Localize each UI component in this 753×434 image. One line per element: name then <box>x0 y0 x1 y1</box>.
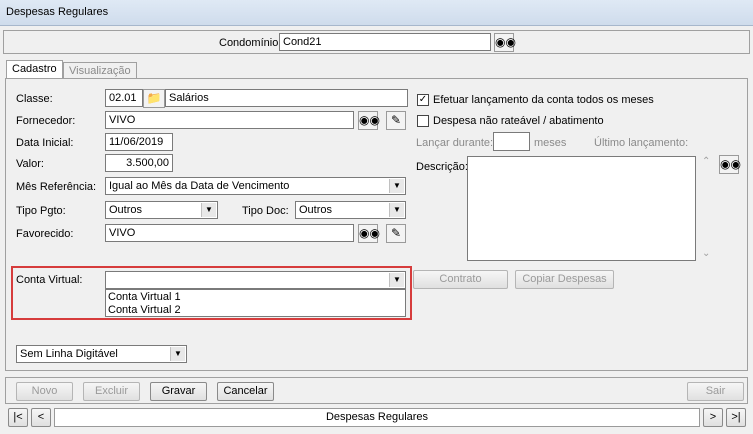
tab-visualizacao[interactable]: Visualização <box>63 62 137 79</box>
nav-first-button[interactable]: |< <box>8 408 28 427</box>
meses-label: meses <box>534 137 567 149</box>
fornecedor-search-binoculars-icon[interactable]: ◉◉ <box>358 111 380 130</box>
mes-referencia-label: Mês Referência: <box>16 181 97 193</box>
gravar-button[interactable]: Gravar <box>150 382 207 401</box>
nao-rateavel-label: Despesa não rateável / abatimento <box>433 115 604 127</box>
tipo-pgto-value: Outros <box>109 204 143 216</box>
conta-virtual-select[interactable]: ▼ <box>105 271 406 289</box>
data-inicial-field[interactable]: 11/06/2019 <box>105 133 173 151</box>
data-inicial-label: Data Inicial: <box>16 137 74 149</box>
dropdown-option[interactable]: Conta Virtual 2 <box>106 304 405 316</box>
descricao-search-binoculars-icon[interactable]: ◉◉ <box>719 155 741 174</box>
conta-virtual-label: Conta Virtual: <box>16 274 83 286</box>
mes-referencia-value: Igual ao Mês da Data de Vencimento <box>109 180 290 192</box>
scroll-up-icon[interactable]: ⌃ <box>702 156 710 167</box>
valor-label: Valor: <box>16 158 44 170</box>
efetuar-checkbox[interactable]: ✓ <box>417 94 429 106</box>
classe-name-field[interactable]: Salários <box>165 89 408 107</box>
efetuar-label: Efetuar lançamento da conta todos os mes… <box>433 94 654 106</box>
dropdown-option[interactable]: Conta Virtual 1 <box>106 290 405 304</box>
tipo-doc-label: Tipo Doc: <box>242 205 289 217</box>
condominio-field[interactable]: Cond21 <box>279 33 491 51</box>
lancar-durante-label: Lançar durante: <box>416 137 494 149</box>
classe-label: Classe: <box>16 93 53 105</box>
nav-record-label: Despesas Regulares <box>54 408 700 427</box>
tab-cadastro[interactable]: Cadastro <box>6 60 63 79</box>
sair-button[interactable]: Sair <box>687 382 744 401</box>
tipo-pgto-label: Tipo Pgto: <box>16 205 66 217</box>
classe-code-field[interactable]: 02.01 <box>105 89 143 107</box>
tipo-pgto-select[interactable]: Outros ▼ <box>105 201 218 219</box>
lancar-durante-field[interactable] <box>493 132 530 151</box>
valor-field[interactable]: 3.500,00 <box>105 154 173 172</box>
excluir-button[interactable]: Excluir <box>83 382 140 401</box>
descricao-textarea[interactable] <box>467 156 696 261</box>
chevron-down-icon[interactable]: ▼ <box>170 347 185 361</box>
nao-rateavel-checkbox[interactable] <box>417 115 429 127</box>
condominio-search-binoculars-icon[interactable]: ◉◉ <box>494 33 516 52</box>
linha-digitavel-select[interactable]: Sem Linha Digitável ▼ <box>16 345 187 363</box>
descricao-label: Descrição: <box>416 161 468 173</box>
tipo-doc-select[interactable]: Outros ▼ <box>295 201 406 219</box>
conta-virtual-dropdown-list: Conta Virtual 1 Conta Virtual 2 <box>105 289 406 317</box>
fornecedor-edit-icon[interactable]: ✎ <box>386 111 406 130</box>
fornecedor-label: Fornecedor: <box>16 115 76 127</box>
novo-button[interactable]: Novo <box>16 382 73 401</box>
nav-last-button[interactable]: >| <box>726 408 746 427</box>
chevron-down-icon[interactable]: ▼ <box>389 179 404 193</box>
favorecido-edit-icon[interactable]: ✎ <box>386 224 406 243</box>
cancelar-button[interactable]: Cancelar <box>217 382 274 401</box>
chevron-down-icon[interactable]: ▼ <box>201 203 216 217</box>
favorecido-field[interactable]: VIVO <box>105 224 354 242</box>
fornecedor-field[interactable]: VIVO <box>105 111 354 129</box>
ultimo-lancamento-label: Último lançamento: <box>594 137 689 149</box>
tipo-doc-value: Outros <box>299 204 333 216</box>
favorecido-search-binoculars-icon[interactable]: ◉◉ <box>358 224 380 243</box>
condominio-label: Condomínio: <box>219 37 282 49</box>
chevron-down-icon[interactable]: ▼ <box>389 203 404 217</box>
mes-referencia-select[interactable]: Igual ao Mês da Data de Vencimento ▼ <box>105 177 406 195</box>
folder-icon[interactable]: 📁 <box>143 89 165 108</box>
scroll-down-icon[interactable]: ⌄ <box>702 248 710 259</box>
linha-digitavel-value: Sem Linha Digitável <box>20 348 118 360</box>
nav-next-button[interactable]: > <box>703 408 723 427</box>
favorecido-label: Favorecido: <box>16 228 74 240</box>
window-title: Despesas Regulares <box>0 0 753 26</box>
copiar-despesas-button[interactable]: Copiar Despesas <box>515 270 614 289</box>
nav-prev-button[interactable]: < <box>31 408 51 427</box>
contrato-button[interactable]: Contrato <box>413 270 508 289</box>
chevron-down-icon[interactable]: ▼ <box>389 273 404 287</box>
